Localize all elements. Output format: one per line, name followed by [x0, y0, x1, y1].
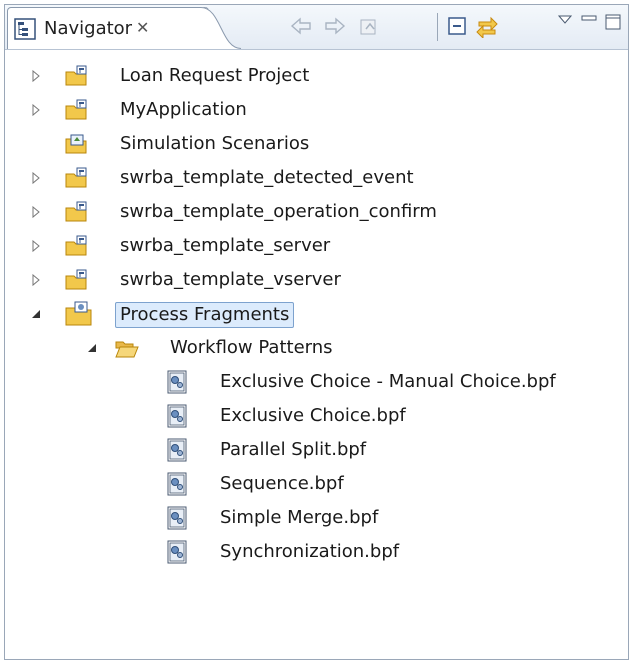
tree-item-label: swrba_template_server: [120, 235, 331, 256]
bpf-file-icon: [167, 370, 187, 394]
minimize-icon[interactable]: [579, 11, 599, 25]
tree-item-label: MyApplication: [120, 99, 247, 120]
project-folder-icon: [65, 201, 87, 222]
expand-toggle-icon[interactable]: [29, 205, 43, 219]
expand-toggle-icon[interactable]: [29, 171, 43, 185]
collapse-toggle-icon[interactable]: [85, 341, 99, 355]
tree-item-label: Process Fragments: [115, 302, 295, 328]
collapse-toggle-icon[interactable]: [29, 307, 43, 321]
bpf-file-icon: [167, 540, 187, 564]
up-icon[interactable]: [357, 14, 381, 38]
forward-icon[interactable]: [323, 14, 347, 38]
tab-navigator[interactable]: Navigator ✕: [7, 7, 209, 49]
project-folder-icon: [65, 99, 87, 120]
expand-toggle-icon[interactable]: [29, 69, 43, 83]
tree-item-label: swrba_template_vserver: [120, 269, 341, 290]
navigator-view: Navigator ✕ Loan Request Project MyAppli…: [4, 4, 629, 660]
close-icon[interactable]: ✕: [136, 18, 149, 37]
bpf-file-icon: [167, 404, 187, 428]
toolbar-separator: [437, 13, 438, 41]
bpf-file-icon: [167, 472, 187, 496]
tree-item-label: Simple Merge.bpf: [220, 507, 379, 528]
view-menu-icon[interactable]: [557, 13, 573, 27]
expand-toggle-icon[interactable]: [29, 239, 43, 253]
tree-item-label: Synchronization.bpf: [220, 541, 400, 562]
tree-item-label: swrba_template_operation_confirm: [120, 201, 437, 222]
project-folder-icon: [65, 167, 87, 188]
tab-edge: [201, 7, 241, 49]
bpf-file-icon: [167, 506, 187, 530]
view-header: Navigator ✕: [5, 5, 628, 50]
bpf-file-icon: [167, 438, 187, 462]
expand-toggle-icon[interactable]: [29, 273, 43, 287]
maximize-icon[interactable]: [603, 11, 623, 33]
tree-item-label: Exclusive Choice - Manual Choice.bpf: [220, 371, 556, 392]
project-folder-icon: [65, 65, 87, 86]
back-icon[interactable]: [289, 14, 313, 38]
collapse-all-icon[interactable]: [445, 14, 469, 38]
tree-item-label: Sequence.bpf: [220, 473, 344, 494]
tree-item-label: Exclusive Choice.bpf: [220, 405, 406, 426]
tree-item-label: Loan Request Project: [120, 65, 310, 86]
project-folder-icon: [65, 235, 87, 256]
link-with-editor-icon[interactable]: [475, 14, 499, 38]
simulation-folder-icon: [65, 134, 87, 154]
tree-item-label: swrba_template_detected_event: [120, 167, 414, 188]
folder-open-icon: [115, 341, 139, 358]
process-fragments-icon: [65, 301, 92, 326]
tab-title: Navigator: [44, 18, 133, 39]
tree-item-label: Simulation Scenarios: [120, 133, 310, 154]
tree-item-label: Parallel Split.bpf: [220, 439, 367, 460]
tree-item-label: Workflow Patterns: [170, 337, 333, 358]
navigator-icon: [14, 18, 36, 40]
project-folder-icon: [65, 269, 87, 290]
expand-toggle-icon[interactable]: [29, 103, 43, 117]
